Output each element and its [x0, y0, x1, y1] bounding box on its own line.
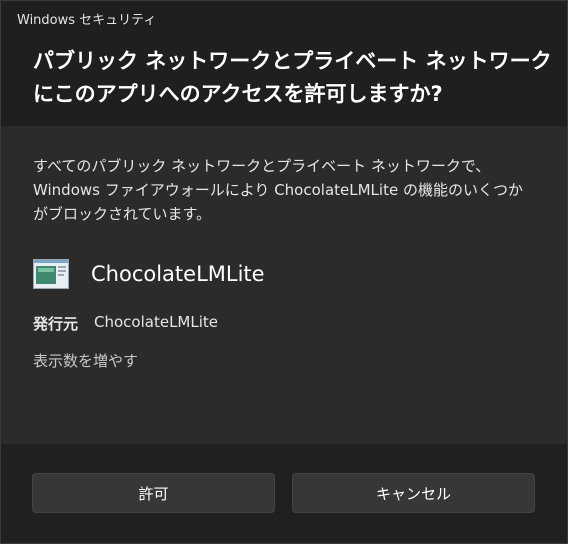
security-dialog: Windows セキュリティ パブリック ネットワークとプライベート ネットワー…	[0, 0, 568, 544]
publisher-row: 発行元 ChocolateLMLite	[33, 313, 218, 334]
dialog-header: Windows セキュリティ パブリック ネットワークとプライベート ネットワー…	[1, 1, 567, 126]
dialog-content: すべてのパブリック ネットワークとプライベート ネットワークで、Windows …	[1, 126, 567, 444]
publisher-label: 発行元	[33, 315, 79, 333]
dialog-heading: パブリック ネットワークとプライベート ネットワークにこのアプリへのアクセスを許…	[33, 49, 552, 106]
show-more-link[interactable]: 表示数を増やす	[33, 350, 138, 371]
cancel-button[interactable]: キャンセル	[292, 473, 535, 513]
app-window-icon	[33, 259, 69, 289]
window-title: Windows セキュリティ	[17, 13, 157, 28]
app-name: ChocolateLMLite	[91, 262, 265, 286]
dialog-footer: 許可 キャンセル	[1, 444, 567, 543]
dialog-description: すべてのパブリック ネットワークとプライベート ネットワークで、Windows …	[33, 157, 523, 223]
app-row: ChocolateLMLite	[33, 256, 265, 292]
allow-button[interactable]: 許可	[32, 473, 275, 513]
publisher-value: ChocolateLMLite	[94, 313, 218, 331]
